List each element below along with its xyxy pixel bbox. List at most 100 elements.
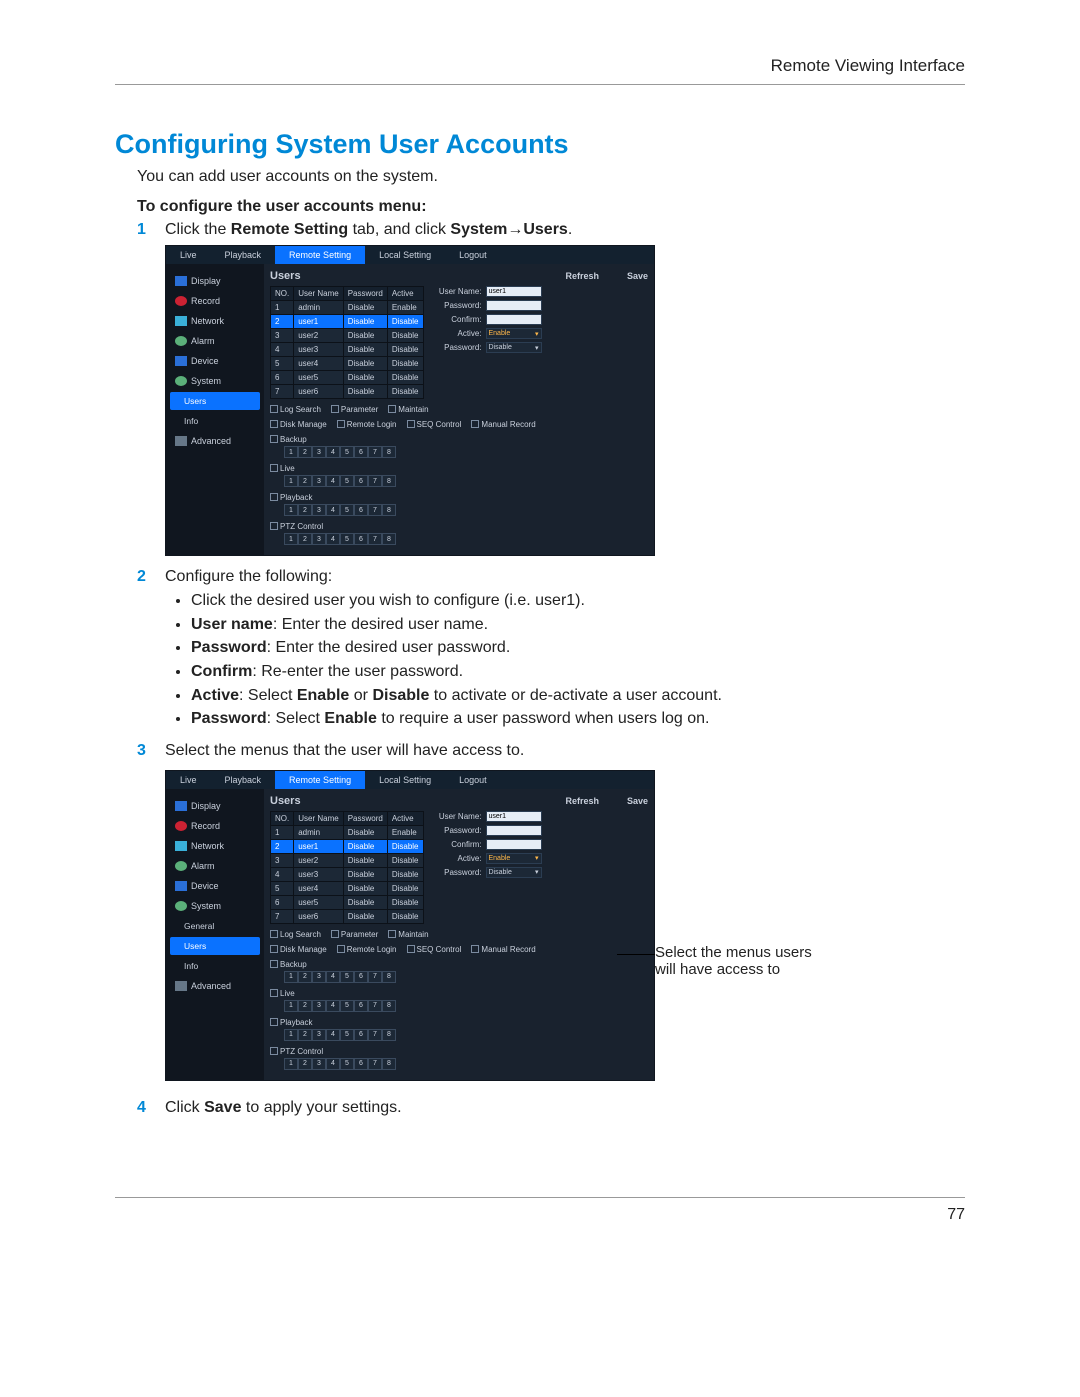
channel-2[interactable]: 2 <box>298 475 312 487</box>
save-button[interactable]: Save <box>627 796 648 806</box>
checkbox[interactable] <box>471 420 479 428</box>
channel-6[interactable]: 6 <box>354 971 368 983</box>
channel-5[interactable]: 5 <box>340 533 354 545</box>
sidebar-item-record[interactable]: Record <box>170 292 260 310</box>
refresh-button[interactable]: Refresh <box>565 796 599 806</box>
channel-1[interactable]: 1 <box>284 1058 298 1070</box>
username-input[interactable] <box>486 811 542 822</box>
channel-2[interactable]: 2 <box>298 971 312 983</box>
channel-2[interactable]: 2 <box>298 446 312 458</box>
password-input[interactable] <box>486 300 542 311</box>
sidebar-sub-users[interactable]: Users <box>170 937 260 955</box>
channel-8[interactable]: 8 <box>382 1029 396 1041</box>
channel-7[interactable]: 7 <box>368 533 382 545</box>
channel-3[interactable]: 3 <box>312 1029 326 1041</box>
table-row[interactable]: 6user5DisableDisable <box>271 895 424 909</box>
checkbox[interactable] <box>270 945 278 953</box>
table-row[interactable]: 2user1DisableDisable <box>271 315 424 329</box>
channel-4[interactable]: 4 <box>326 475 340 487</box>
channel-7[interactable]: 7 <box>368 504 382 516</box>
checkbox[interactable] <box>270 435 278 443</box>
channel-2[interactable]: 2 <box>298 1000 312 1012</box>
checkbox[interactable] <box>337 420 345 428</box>
channel-1[interactable]: 1 <box>284 533 298 545</box>
sidebar-item-alarm[interactable]: Alarm <box>170 332 260 350</box>
channel-1[interactable]: 1 <box>284 1000 298 1012</box>
channel-7[interactable]: 7 <box>368 475 382 487</box>
channel-8[interactable]: 8 <box>382 446 396 458</box>
tab-local-setting[interactable]: Local Setting <box>365 246 445 264</box>
checkbox[interactable] <box>270 1018 278 1026</box>
tab-playback[interactable]: Playback <box>211 771 276 789</box>
channel-4[interactable]: 4 <box>326 1000 340 1012</box>
channel-6[interactable]: 6 <box>354 475 368 487</box>
channel-3[interactable]: 3 <box>312 971 326 983</box>
checkbox[interactable] <box>270 493 278 501</box>
channel-5[interactable]: 5 <box>340 504 354 516</box>
table-row[interactable]: 3user2DisableDisable <box>271 329 424 343</box>
channel-3[interactable]: 3 <box>312 1058 326 1070</box>
checkbox[interactable] <box>270 930 278 938</box>
tab-local-setting[interactable]: Local Setting <box>365 771 445 789</box>
channel-7[interactable]: 7 <box>368 1000 382 1012</box>
sidebar-item-advanced[interactable]: Advanced <box>170 432 260 450</box>
channel-2[interactable]: 2 <box>298 1058 312 1070</box>
checkbox[interactable] <box>270 464 278 472</box>
channel-2[interactable]: 2 <box>298 1029 312 1041</box>
checkbox[interactable] <box>270 420 278 428</box>
checkbox[interactable] <box>388 930 396 938</box>
tab-remote-setting[interactable]: Remote Setting <box>275 246 365 264</box>
checkbox[interactable] <box>337 945 345 953</box>
sidebar-item-device[interactable]: Device <box>170 877 260 895</box>
channel-8[interactable]: 8 <box>382 971 396 983</box>
active-select[interactable]: Enable▾ <box>486 328 542 339</box>
confirm-input[interactable] <box>486 314 542 325</box>
save-button[interactable]: Save <box>627 271 648 281</box>
channel-7[interactable]: 7 <box>368 971 382 983</box>
channel-6[interactable]: 6 <box>354 1000 368 1012</box>
checkbox[interactable] <box>270 405 278 413</box>
channel-7[interactable]: 7 <box>368 1058 382 1070</box>
channel-1[interactable]: 1 <box>284 971 298 983</box>
table-row[interactable]: 7user6DisableDisable <box>271 909 424 923</box>
table-row[interactable]: 4user3DisableDisable <box>271 867 424 881</box>
sidebar-item-system[interactable]: System <box>170 897 260 915</box>
channel-6[interactable]: 6 <box>354 504 368 516</box>
channel-8[interactable]: 8 <box>382 1058 396 1070</box>
channel-8[interactable]: 8 <box>382 504 396 516</box>
table-row[interactable]: 6user5DisableDisable <box>271 371 424 385</box>
channel-5[interactable]: 5 <box>340 971 354 983</box>
sidebar-item-alarm[interactable]: Alarm <box>170 857 260 875</box>
sidebar-item-network[interactable]: Network <box>170 837 260 855</box>
channel-5[interactable]: 5 <box>340 475 354 487</box>
channel-5[interactable]: 5 <box>340 1058 354 1070</box>
sidebar-item-advanced[interactable]: Advanced <box>170 977 260 995</box>
channel-3[interactable]: 3 <box>312 446 326 458</box>
tab-live[interactable]: Live <box>166 771 211 789</box>
tab-remote-setting[interactable]: Remote Setting <box>275 771 365 789</box>
tab-playback[interactable]: Playback <box>211 246 276 264</box>
sidebar-item-display[interactable]: Display <box>170 272 260 290</box>
channel-3[interactable]: 3 <box>312 504 326 516</box>
table-row[interactable]: 7user6DisableDisable <box>271 385 424 399</box>
sidebar-sub-info[interactable]: Info <box>170 957 260 975</box>
pwdreq-select[interactable]: Disable▾ <box>486 342 542 353</box>
password-input[interactable] <box>486 825 542 836</box>
channel-2[interactable]: 2 <box>298 504 312 516</box>
channel-6[interactable]: 6 <box>354 533 368 545</box>
channel-8[interactable]: 8 <box>382 1000 396 1012</box>
tab-logout[interactable]: Logout <box>445 771 501 789</box>
channel-6[interactable]: 6 <box>354 1029 368 1041</box>
channel-7[interactable]: 7 <box>368 1029 382 1041</box>
channel-4[interactable]: 4 <box>326 504 340 516</box>
table-row[interactable]: 1adminDisableEnable <box>271 825 424 839</box>
tab-logout[interactable]: Logout <box>445 246 501 264</box>
channel-6[interactable]: 6 <box>354 1058 368 1070</box>
table-row[interactable]: 4user3DisableDisable <box>271 343 424 357</box>
channel-4[interactable]: 4 <box>326 533 340 545</box>
checkbox[interactable] <box>407 945 415 953</box>
checkbox[interactable] <box>471 945 479 953</box>
sidebar-sub-users[interactable]: Users <box>170 392 260 410</box>
sidebar-sub-general[interactable]: General <box>170 917 260 935</box>
sidebar-item-device[interactable]: Device <box>170 352 260 370</box>
